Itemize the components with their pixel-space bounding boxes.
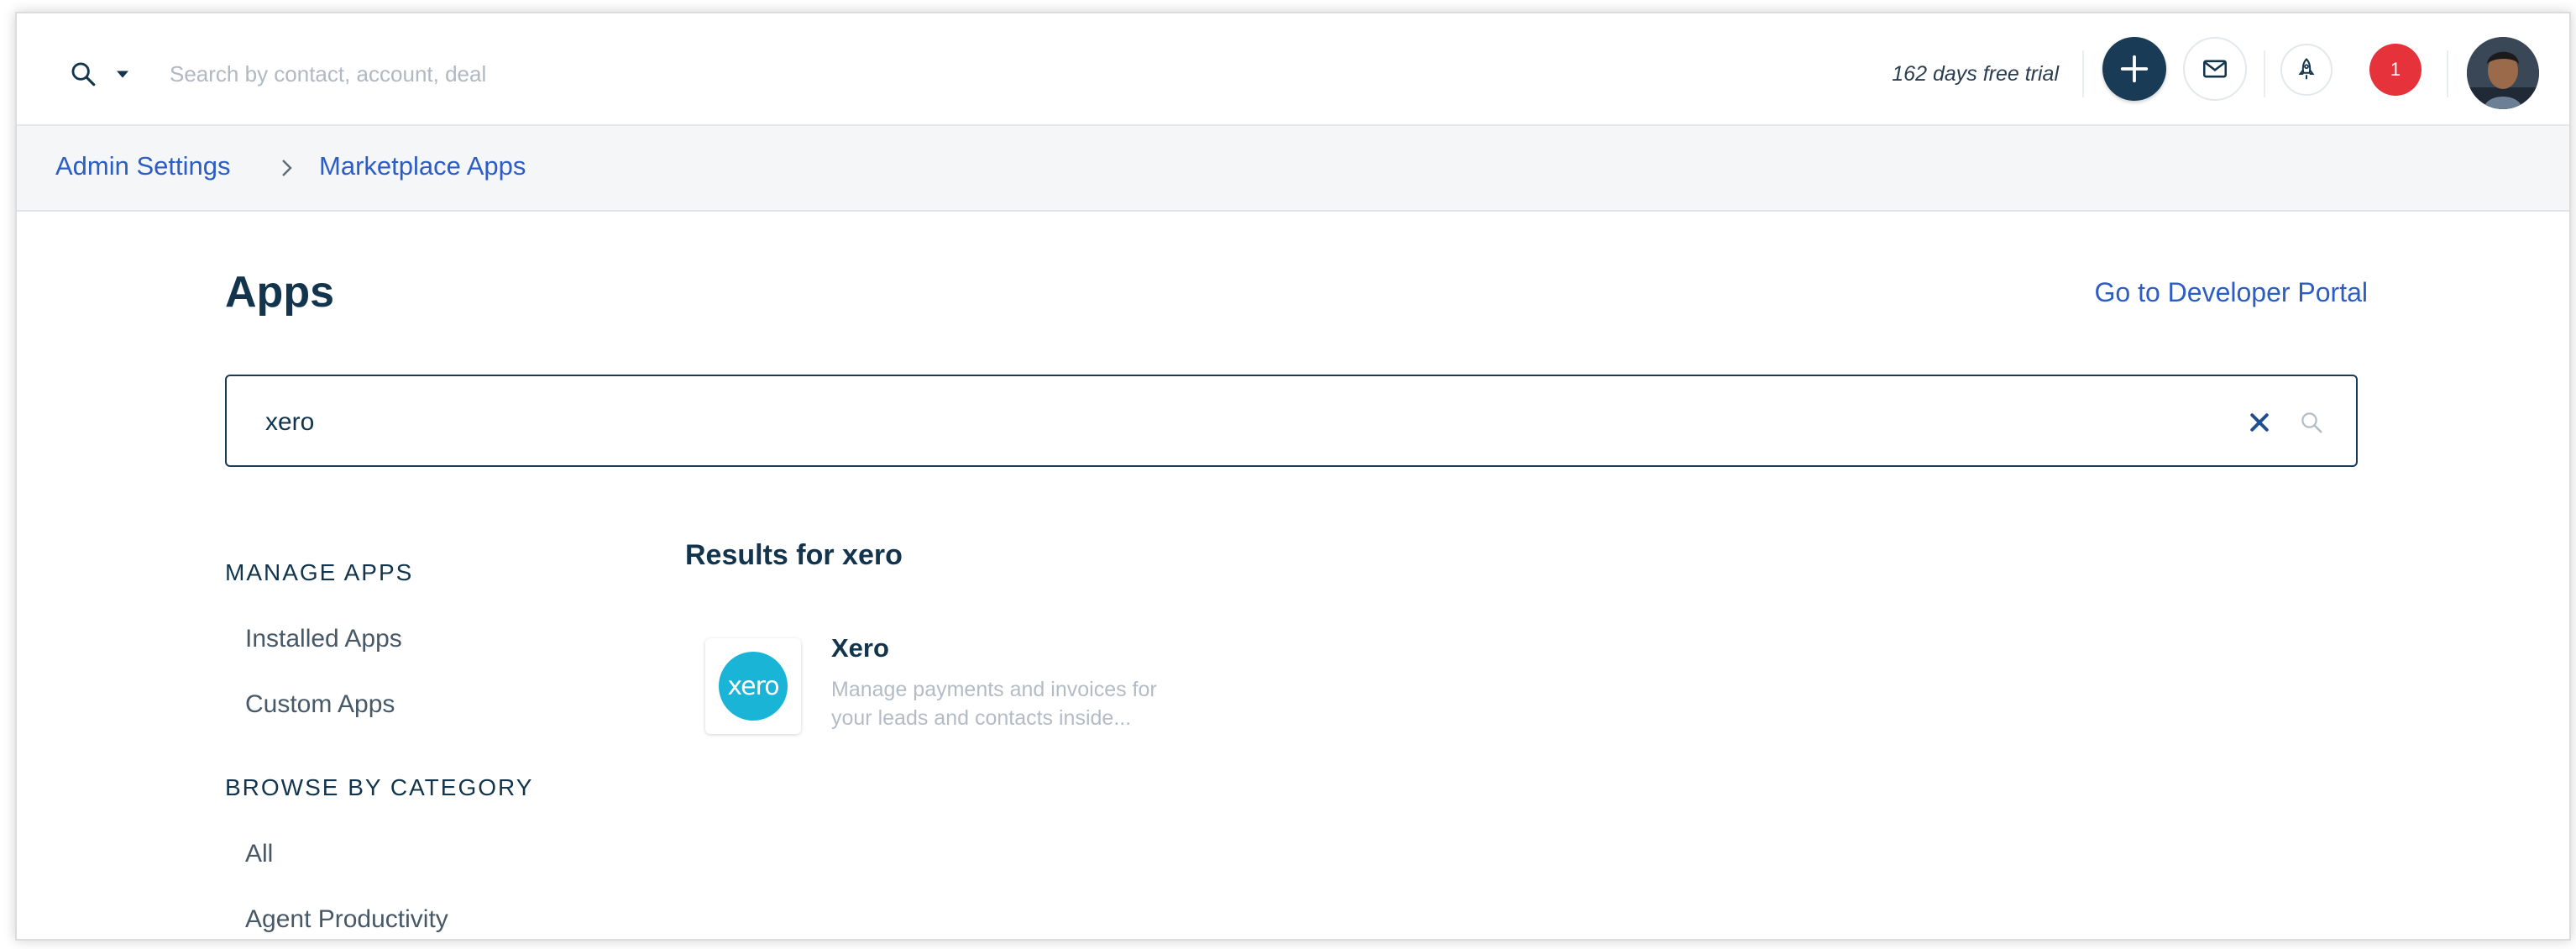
search-icon (71, 62, 96, 87)
sidebar-item-agent-productivity[interactable]: Agent Productivity (245, 905, 448, 934)
plus-icon (2120, 55, 2149, 83)
sidebar-item-custom-apps[interactable]: Custom Apps (245, 690, 395, 719)
divider (2264, 50, 2265, 97)
quick-create-button[interactable] (2102, 37, 2166, 101)
manage-apps-heading: MANAGE APPS (225, 559, 414, 585)
breadcrumb-admin-settings[interactable]: Admin Settings (55, 151, 231, 181)
mail-icon (2202, 60, 2228, 78)
rocket-icon (2298, 58, 2315, 80)
avatar-image (2467, 37, 2539, 109)
app-name: Xero (831, 633, 889, 663)
clear-search-icon[interactable] (2247, 410, 2272, 435)
search-icon[interactable] (2299, 410, 2324, 435)
global-search-input[interactable] (168, 54, 927, 94)
divider (2447, 50, 2448, 97)
page-title: Apps (225, 268, 334, 317)
top-bar: 162 days free trial 1 (17, 13, 2569, 126)
search-scope-dropdown[interactable] (69, 55, 149, 92)
getting-started-button[interactable] (2280, 44, 2333, 96)
notification-count: 1 (2390, 59, 2401, 80)
trial-status-text: 162 days free trial (1892, 62, 2059, 86)
chevron-right-icon (282, 160, 292, 176)
results-heading: Results for xero (685, 539, 903, 571)
user-avatar[interactable] (2467, 37, 2539, 109)
developer-portal-link[interactable]: Go to Developer Portal (2095, 277, 2369, 308)
xero-logo: xero (705, 638, 801, 734)
notification-badge[interactable]: 1 (2369, 44, 2422, 96)
app-card-xero[interactable]: xero Xero Manage payments and invoices f… (705, 630, 1209, 747)
breadcrumb-marketplace-apps[interactable]: Marketplace Apps (319, 151, 526, 181)
app-search-box[interactable] (225, 375, 2358, 467)
app-search-input[interactable] (264, 400, 2198, 445)
sidebar-item-all[interactable]: All (245, 840, 273, 868)
browse-by-category-heading: BROWSE BY CATEGORY (225, 774, 534, 800)
breadcrumb: Admin Settings Marketplace Apps (17, 126, 2569, 212)
email-button[interactable] (2183, 37, 2247, 101)
app-description: Manage payments and invoices for your le… (831, 678, 1157, 730)
app-window: 162 days free trial 1 (15, 12, 2571, 941)
divider (2082, 50, 2084, 97)
xero-logo-mark: xero (719, 652, 788, 721)
caret-down-icon (117, 71, 128, 78)
sidebar-item-installed-apps[interactable]: Installed Apps (245, 625, 402, 653)
